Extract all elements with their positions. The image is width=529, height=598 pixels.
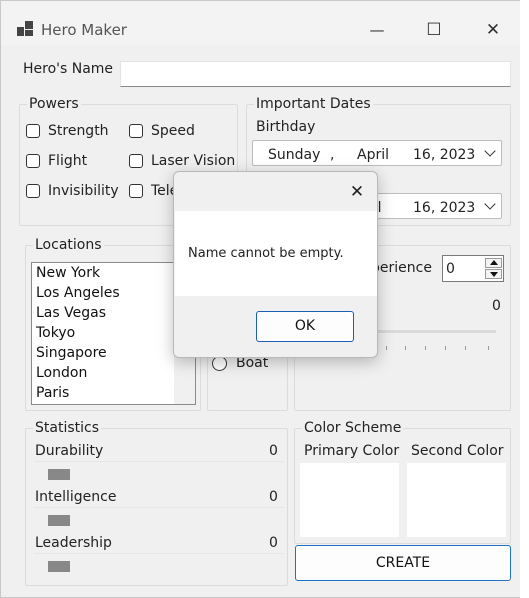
list-item[interactable]: Los Angeles: [36, 285, 120, 301]
list-item[interactable]: London: [36, 365, 87, 381]
list-item[interactable]: Tokyo: [36, 325, 75, 341]
dates-title: Important Dates: [254, 96, 373, 112]
locations-title: Locations: [33, 237, 104, 253]
statistics-title: Statistics: [33, 420, 101, 436]
experience-spinner[interactable]: 0: [442, 255, 504, 282]
title-bar: Hero Maker — ☐ ✕: [1, 1, 521, 45]
birthday-day: Sunday: [268, 147, 321, 163]
list-item[interactable]: New York: [36, 265, 100, 281]
birthday-date: 16, 2023: [413, 147, 476, 163]
birthday-sep: ,: [330, 147, 335, 163]
second-color-swatch[interactable]: [407, 463, 506, 537]
checkbox-label: Strength: [48, 123, 109, 139]
color-scheme-title: Color Scheme: [302, 420, 404, 436]
maximize-button[interactable]: ☐: [411, 15, 457, 45]
chevron-down-icon: [484, 145, 496, 157]
name-label: Hero's Name: [23, 61, 114, 77]
primary-color-swatch[interactable]: [300, 463, 399, 537]
minimize-button[interactable]: —: [354, 15, 400, 45]
second-color-label: Second Color: [411, 443, 504, 459]
intelligence-bar: [48, 515, 70, 526]
dialog-message: Name cannot be empty.: [188, 246, 344, 261]
second-date: 16, 2023: [413, 200, 476, 216]
create-button[interactable]: CREATE: [295, 545, 511, 581]
spin-down-icon[interactable]: [485, 269, 502, 279]
primary-color-label: Primary Color: [304, 443, 400, 459]
window-title: Hero Maker: [41, 21, 127, 39]
close-button[interactable]: ✕: [470, 15, 516, 45]
locations-list[interactable]: New York Los Angeles Las Vegas Tokyo Sin…: [31, 262, 196, 405]
stat-label: Durability: [35, 443, 104, 459]
checkbox-label: Flight: [48, 153, 88, 169]
app-icon: [17, 21, 33, 37]
checkbox-label: Laser Vision: [151, 153, 236, 169]
hero-maker-window: Hero Maker — ☐ ✕ Hero's Name Powers Stre…: [0, 0, 529, 598]
checkbox-label: Invisibility: [48, 183, 119, 199]
list-item[interactable]: Singapore: [36, 345, 107, 361]
birthday-label: Birthday: [256, 119, 316, 135]
list-item[interactable]: Las Vegas: [36, 305, 106, 321]
stat-value: 0: [269, 443, 278, 459]
birthday-month: April: [357, 147, 389, 163]
checkbox-label: Speed: [151, 123, 195, 139]
experience-label: perience: [371, 260, 432, 276]
dialog-body: Name cannot be empty.: [175, 211, 377, 296]
stat-value: 0: [269, 535, 278, 551]
ok-button[interactable]: OK: [256, 311, 354, 342]
boat-radio[interactable]: [212, 356, 227, 371]
stat-label: Leadership: [35, 535, 112, 551]
window-edge: [520, 0, 529, 598]
stat-value: 0: [269, 489, 278, 505]
powers-title: Powers: [27, 96, 81, 112]
leadership-bar: [48, 561, 70, 572]
experience-value: 0: [446, 261, 455, 277]
durability-bar: [48, 469, 70, 480]
chevron-down-icon: [484, 198, 496, 210]
stat-label: Intelligence: [35, 489, 117, 505]
birthday-date-picker[interactable]: Sunday , April 16, 2023: [252, 140, 502, 166]
spin-up-icon[interactable]: [485, 258, 502, 268]
list-item[interactable]: Paris: [36, 385, 69, 401]
dialog-close-button[interactable]: ✕: [344, 179, 370, 205]
slider-value: 0: [492, 298, 501, 314]
name-input[interactable]: [120, 61, 511, 87]
error-dialog: ✕ Name cannot be empty. OK: [173, 171, 378, 358]
